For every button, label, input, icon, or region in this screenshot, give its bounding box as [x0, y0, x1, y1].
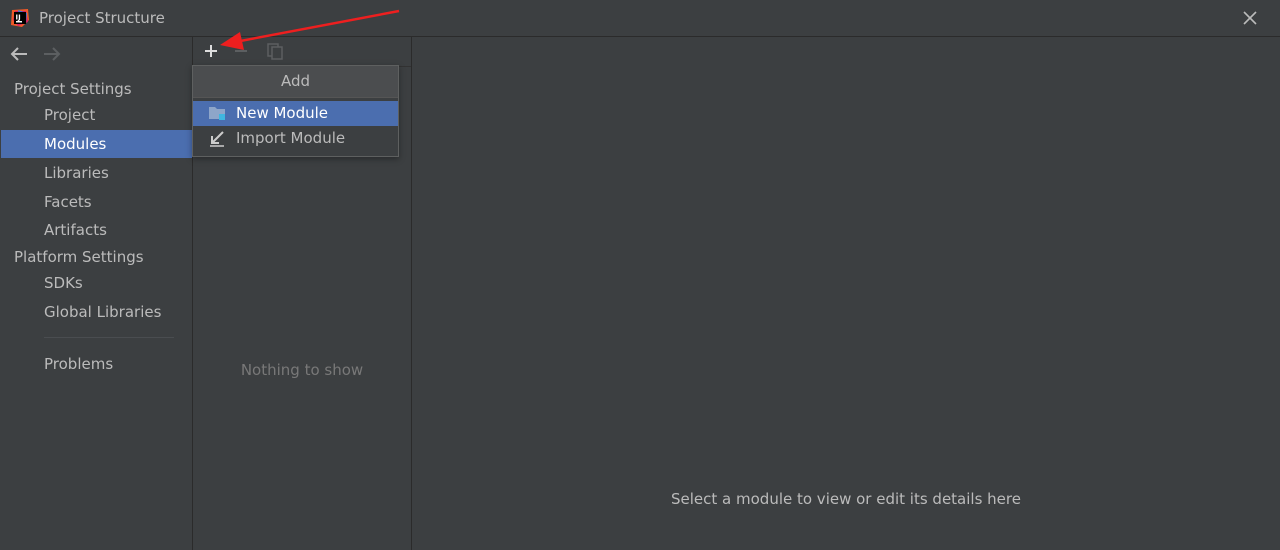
menu-item-label: Import Module: [236, 129, 346, 147]
back-arrow-icon[interactable]: [9, 44, 29, 64]
sidebar-item-modules[interactable]: Modules: [1, 130, 192, 158]
sidebar-item-label: Artifacts: [44, 221, 107, 239]
sidebar-item-project[interactable]: Project: [1, 101, 192, 129]
window-title: Project Structure: [39, 9, 165, 27]
sidebar-item-label: Global Libraries: [44, 303, 162, 321]
import-icon: [210, 131, 224, 147]
remove-icon[interactable]: [231, 41, 251, 61]
project-settings-header: Project Settings: [14, 80, 132, 98]
platform-settings-header: Platform Settings: [14, 248, 144, 266]
sidebar-item-label: Facets: [44, 193, 92, 211]
project-structure-window: IJ Project Structure Project Settings Pr…: [0, 0, 1280, 550]
sidebar-item-label: Modules: [44, 135, 107, 153]
title-bar: IJ Project Structure: [0, 0, 1280, 37]
copy-icon[interactable]: [265, 41, 285, 61]
new-module-menu-item[interactable]: New Module: [193, 101, 398, 126]
sidebar-item-libraries[interactable]: Libraries: [1, 159, 192, 187]
sidebar-divider: [44, 337, 174, 338]
folder-module-icon: [209, 107, 225, 120]
sidebar-item-sdks[interactable]: SDKs: [1, 269, 192, 297]
settings-sidebar: Project Settings Project Modules Librari…: [0, 37, 193, 550]
sidebar-item-label: Project: [44, 106, 96, 124]
sidebar-item-problems[interactable]: Problems: [1, 350, 192, 378]
popup-title: Add: [193, 66, 398, 98]
navigation-arrows: [0, 37, 192, 71]
empty-list-text: Nothing to show: [240, 361, 364, 379]
intellij-logo-icon: IJ: [11, 9, 29, 27]
menu-item-label: New Module: [236, 104, 329, 122]
sidebar-item-label: SDKs: [44, 274, 83, 292]
module-details-panel: Select a module to view or edit its deta…: [412, 37, 1280, 550]
sidebar-item-label: Libraries: [44, 164, 109, 182]
import-module-menu-item[interactable]: Import Module: [193, 126, 398, 151]
add-icon[interactable]: [201, 41, 221, 61]
add-popup-menu: Add New Module Import Module: [192, 65, 399, 157]
forward-arrow-icon[interactable]: [42, 44, 62, 64]
sidebar-item-global-libraries[interactable]: Global Libraries: [1, 298, 192, 326]
sidebar-item-facets[interactable]: Facets: [1, 188, 192, 216]
sidebar-item-artifacts[interactable]: Artifacts: [1, 216, 192, 244]
modules-toolbar: [193, 37, 411, 67]
close-icon[interactable]: [1240, 8, 1260, 28]
details-hint-text: Select a module to view or edit its deta…: [671, 490, 1021, 508]
svg-text:IJ: IJ: [16, 14, 21, 22]
sidebar-item-label: Problems: [44, 355, 114, 373]
